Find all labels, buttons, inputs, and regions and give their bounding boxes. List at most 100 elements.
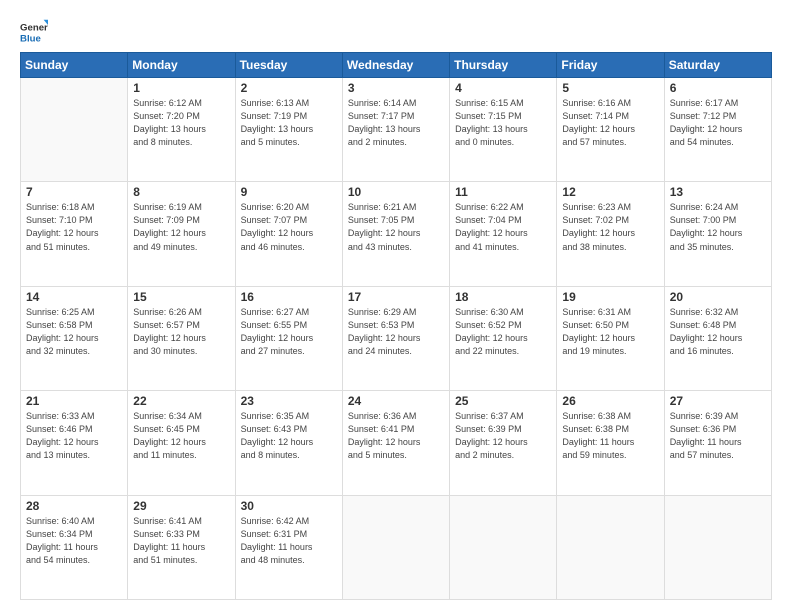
day-info: Sunrise: 6:17 AM Sunset: 7:12 PM Dayligh… <box>670 97 766 149</box>
header: General Blue <box>20 18 772 46</box>
week-row-5: 28Sunrise: 6:40 AM Sunset: 6:34 PM Dayli… <box>21 495 772 599</box>
calendar-cell <box>21 78 128 182</box>
calendar-cell: 27 Sunrise: 6:39 AM Sunset: 6:36 PM Dayli… <box>664 391 771 495</box>
day-info: Sunrise: 6:38 AM Sunset: 6:38 PM Dayligh… <box>562 410 658 462</box>
day-info: Sunrise: 6:36 AM Sunset: 6:41 PM Dayligh… <box>348 410 444 462</box>
day-number: 29 <box>133 499 229 513</box>
day-number: 22 <box>133 394 229 408</box>
day-number: 6 <box>670 81 766 95</box>
week-row-4: 21 Sunrise: 6:33 AM Sunset: 6:46 PM Dayli… <box>21 391 772 495</box>
day-info: Sunrise: 6:23 AM Sunset: 7:02 PM Dayligh… <box>562 201 658 253</box>
calendar-cell: 18 Sunrise: 6:30 AM Sunset: 6:52 PM Dayli… <box>450 286 557 390</box>
day-number: 23 <box>241 394 337 408</box>
calendar-cell: 20 Sunrise: 6:32 AM Sunset: 6:48 PM Dayli… <box>664 286 771 390</box>
calendar-cell: 28Sunrise: 6:40 AM Sunset: 6:34 PM Dayli… <box>21 495 128 599</box>
calendar-cell: 10 Sunrise: 6:21 AM Sunset: 7:05 PM Dayli… <box>342 182 449 286</box>
day-number: 30 <box>241 499 337 513</box>
day-number: 3 <box>348 81 444 95</box>
svg-text:General: General <box>20 22 48 33</box>
calendar-cell: 2 Sunrise: 6:13 AM Sunset: 7:19 PM Daylig… <box>235 78 342 182</box>
logo: General Blue <box>20 18 48 46</box>
day-info: Sunrise: 6:31 AM Sunset: 6:50 PM Dayligh… <box>562 306 658 358</box>
day-number: 16 <box>241 290 337 304</box>
calendar-cell: 4 Sunrise: 6:15 AM Sunset: 7:15 PM Daylig… <box>450 78 557 182</box>
day-info: Sunrise: 6:29 AM Sunset: 6:53 PM Dayligh… <box>348 306 444 358</box>
day-number: 27 <box>670 394 766 408</box>
day-info: Sunrise: 6:41 AM Sunset: 6:33 PM Dayligh… <box>133 515 229 567</box>
day-number: 26 <box>562 394 658 408</box>
weekday-header-monday: Monday <box>128 53 235 78</box>
day-info: Sunrise: 6:33 AM Sunset: 6:46 PM Dayligh… <box>26 410 122 462</box>
calendar-cell: 9 Sunrise: 6:20 AM Sunset: 7:07 PM Daylig… <box>235 182 342 286</box>
calendar-cell: 6 Sunrise: 6:17 AM Sunset: 7:12 PM Daylig… <box>664 78 771 182</box>
calendar-cell: 11Sunrise: 6:22 AM Sunset: 7:04 PM Dayli… <box>450 182 557 286</box>
calendar-cell: 24Sunrise: 6:36 AM Sunset: 6:41 PM Dayli… <box>342 391 449 495</box>
day-info: Sunrise: 6:19 AM Sunset: 7:09 PM Dayligh… <box>133 201 229 253</box>
day-number: 25 <box>455 394 551 408</box>
day-number: 28 <box>26 499 122 513</box>
day-info: Sunrise: 6:30 AM Sunset: 6:52 PM Dayligh… <box>455 306 551 358</box>
weekday-header-row: SundayMondayTuesdayWednesdayThursdayFrid… <box>21 53 772 78</box>
weekday-header-saturday: Saturday <box>664 53 771 78</box>
svg-text:Blue: Blue <box>20 34 41 45</box>
day-info: Sunrise: 6:42 AM Sunset: 6:31 PM Dayligh… <box>241 515 337 567</box>
day-number: 14 <box>26 290 122 304</box>
calendar-cell: 17 Sunrise: 6:29 AM Sunset: 6:53 PM Dayli… <box>342 286 449 390</box>
calendar-cell: 15Sunrise: 6:26 AM Sunset: 6:57 PM Dayli… <box>128 286 235 390</box>
day-info: Sunrise: 6:12 AM Sunset: 7:20 PM Dayligh… <box>133 97 229 149</box>
calendar-cell: 14 Sunrise: 6:25 AM Sunset: 6:58 PM Dayli… <box>21 286 128 390</box>
weekday-header-thursday: Thursday <box>450 53 557 78</box>
weekday-header-wednesday: Wednesday <box>342 53 449 78</box>
calendar-cell <box>342 495 449 599</box>
calendar-cell: 21 Sunrise: 6:33 AM Sunset: 6:46 PM Dayli… <box>21 391 128 495</box>
day-info: Sunrise: 6:15 AM Sunset: 7:15 PM Dayligh… <box>455 97 551 149</box>
day-info: Sunrise: 6:37 AM Sunset: 6:39 PM Dayligh… <box>455 410 551 462</box>
day-number: 9 <box>241 185 337 199</box>
day-info: Sunrise: 6:39 AM Sunset: 6:36 PM Dayligh… <box>670 410 766 462</box>
day-info: Sunrise: 6:24 AM Sunset: 7:00 PM Dayligh… <box>670 201 766 253</box>
calendar-table: SundayMondayTuesdayWednesdayThursdayFrid… <box>20 52 772 600</box>
day-info: Sunrise: 6:32 AM Sunset: 6:48 PM Dayligh… <box>670 306 766 358</box>
calendar-cell: 3Sunrise: 6:14 AM Sunset: 7:17 PM Daylig… <box>342 78 449 182</box>
calendar-cell: 12Sunrise: 6:23 AM Sunset: 7:02 PM Dayli… <box>557 182 664 286</box>
week-row-3: 14 Sunrise: 6:25 AM Sunset: 6:58 PM Dayli… <box>21 286 772 390</box>
calendar-cell: 8 Sunrise: 6:19 AM Sunset: 7:09 PM Daylig… <box>128 182 235 286</box>
day-info: Sunrise: 6:25 AM Sunset: 6:58 PM Dayligh… <box>26 306 122 358</box>
day-info: Sunrise: 6:18 AM Sunset: 7:10 PM Dayligh… <box>26 201 122 253</box>
day-info: Sunrise: 6:20 AM Sunset: 7:07 PM Dayligh… <box>241 201 337 253</box>
weekday-header-friday: Friday <box>557 53 664 78</box>
day-number: 18 <box>455 290 551 304</box>
day-info: Sunrise: 6:35 AM Sunset: 6:43 PM Dayligh… <box>241 410 337 462</box>
day-number: 11 <box>455 185 551 199</box>
calendar-cell <box>664 495 771 599</box>
day-info: Sunrise: 6:13 AM Sunset: 7:19 PM Dayligh… <box>241 97 337 149</box>
day-number: 8 <box>133 185 229 199</box>
calendar-cell: 13 Sunrise: 6:24 AM Sunset: 7:00 PM Dayli… <box>664 182 771 286</box>
day-number: 21 <box>26 394 122 408</box>
day-number: 20 <box>670 290 766 304</box>
day-number: 13 <box>670 185 766 199</box>
day-number: 5 <box>562 81 658 95</box>
day-number: 10 <box>348 185 444 199</box>
week-row-2: 7 Sunrise: 6:18 AM Sunset: 7:10 PM Daylig… <box>21 182 772 286</box>
day-number: 4 <box>455 81 551 95</box>
calendar-cell: 26 Sunrise: 6:38 AM Sunset: 6:38 PM Dayli… <box>557 391 664 495</box>
calendar-cell: 25 Sunrise: 6:37 AM Sunset: 6:39 PM Dayli… <box>450 391 557 495</box>
weekday-header-tuesday: Tuesday <box>235 53 342 78</box>
calendar-cell: 5Sunrise: 6:16 AM Sunset: 7:14 PM Daylig… <box>557 78 664 182</box>
day-info: Sunrise: 6:21 AM Sunset: 7:05 PM Dayligh… <box>348 201 444 253</box>
calendar-cell: 23 Sunrise: 6:35 AM Sunset: 6:43 PM Dayli… <box>235 391 342 495</box>
day-number: 19 <box>562 290 658 304</box>
day-info: Sunrise: 6:34 AM Sunset: 6:45 PM Dayligh… <box>133 410 229 462</box>
calendar-page: General Blue SundayMondayTuesdayWednesda… <box>0 0 792 612</box>
day-info: Sunrise: 6:27 AM Sunset: 6:55 PM Dayligh… <box>241 306 337 358</box>
day-number: 17 <box>348 290 444 304</box>
day-number: 2 <box>241 81 337 95</box>
calendar-cell <box>557 495 664 599</box>
day-info: Sunrise: 6:26 AM Sunset: 6:57 PM Dayligh… <box>133 306 229 358</box>
day-number: 7 <box>26 185 122 199</box>
calendar-cell <box>450 495 557 599</box>
logo-icon: General Blue <box>20 18 48 46</box>
calendar-cell: 30 Sunrise: 6:42 AM Sunset: 6:31 PM Dayli… <box>235 495 342 599</box>
calendar-cell: 16 Sunrise: 6:27 AM Sunset: 6:55 PM Dayli… <box>235 286 342 390</box>
